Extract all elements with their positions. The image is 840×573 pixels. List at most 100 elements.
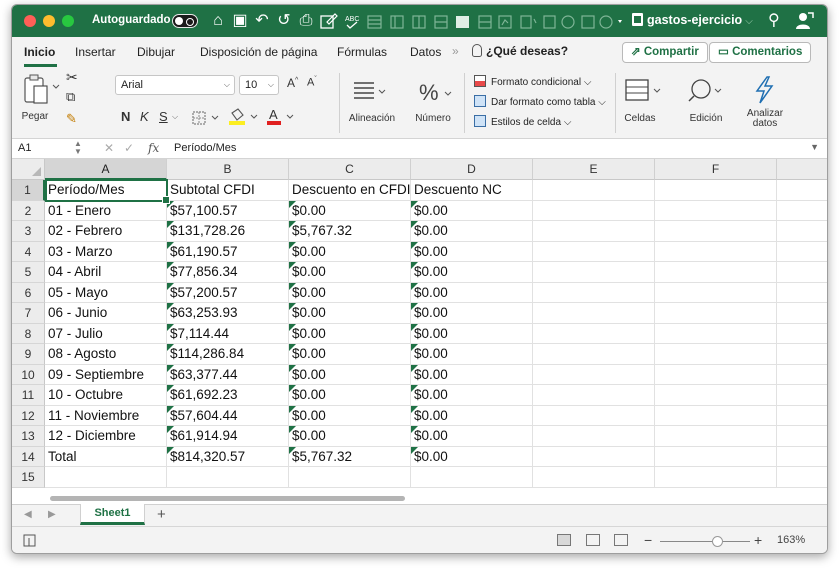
cell-F1[interactable]	[655, 180, 777, 201]
tell-me-search[interactable]: ¿Qué deseas?	[472, 44, 568, 58]
analyze-data-icon[interactable]	[751, 75, 777, 105]
cell-F5[interactable]	[655, 262, 777, 283]
cell-C4[interactable]: $0.00	[289, 241, 411, 262]
alignment-icon[interactable]	[352, 79, 388, 103]
column-header-c[interactable]: C	[289, 159, 411, 180]
row-header-11[interactable]: 11	[12, 385, 45, 406]
tab-inicio[interactable]: Inicio	[24, 45, 55, 59]
cell-A5[interactable]: 04 - Abril	[45, 262, 167, 283]
zoom-slider-handle[interactable]	[712, 536, 723, 547]
cell-C11[interactable]: $0.00	[289, 385, 411, 406]
cell-B14[interactable]: $814,320.57	[167, 446, 289, 467]
cell-D10[interactable]: $0.00	[411, 364, 533, 385]
cell-F8[interactable]	[655, 323, 777, 344]
cell-C8[interactable]: $0.00	[289, 323, 411, 344]
increase-font-icon[interactable]: A^	[287, 76, 298, 90]
cell-A2[interactable]: 01 - Enero	[45, 200, 167, 221]
edit-icon[interactable]	[320, 13, 338, 33]
share-button[interactable]: ⇗ Compartir	[622, 42, 708, 63]
paste-icon[interactable]	[22, 73, 62, 109]
cell-D4[interactable]: $0.00	[411, 241, 533, 262]
cell-E12[interactable]	[533, 405, 655, 426]
row-header-3[interactable]: 3	[12, 221, 45, 242]
cell-E7[interactable]	[533, 303, 655, 324]
cell-E5[interactable]	[533, 262, 655, 283]
cell-D6[interactable]: $0.00	[411, 282, 533, 303]
cell-B2[interactable]: $57,100.57	[167, 200, 289, 221]
cell-E6[interactable]	[533, 282, 655, 303]
row-header-4[interactable]: 4	[12, 241, 45, 262]
tab-disposicion-de-pagina[interactable]: Disposición de página	[200, 45, 317, 59]
decrease-font-icon[interactable]: Aˇ	[307, 76, 317, 89]
cell-D13[interactable]: $0.00	[411, 426, 533, 447]
comments-button[interactable]: ▭ Comentarios	[709, 42, 812, 63]
cell-A1[interactable]: Período/Mes	[45, 180, 167, 201]
cell-D9[interactable]: $0.00	[411, 344, 533, 365]
cell-B15[interactable]	[167, 467, 289, 488]
cell-D3[interactable]: $0.00	[411, 221, 533, 242]
sheet-tab-sheet1[interactable]: Sheet1	[80, 504, 145, 525]
cell-F6[interactable]	[655, 282, 777, 303]
cell-A8[interactable]: 07 - Julio	[45, 323, 167, 344]
cell-E10[interactable]	[533, 364, 655, 385]
cell-C1[interactable]: Descuento en CFDI	[289, 180, 411, 201]
column-header-e[interactable]: E	[533, 159, 655, 180]
cell-G12[interactable]	[777, 406, 827, 426]
row-header-14[interactable]: 14	[12, 446, 45, 467]
close-window-button[interactable]	[24, 15, 36, 27]
cell-D5[interactable]: $0.00	[411, 262, 533, 283]
column-header-d[interactable]: D	[411, 159, 533, 180]
cell-B5[interactable]: $77,856.34	[167, 262, 289, 283]
cell-D2[interactable]: $0.00	[411, 200, 533, 221]
redo-icon[interactable]: ↺	[275, 11, 293, 31]
font-name-select[interactable]: Arial ⌵	[115, 75, 235, 95]
copy-icon[interactable]: ⧉	[66, 89, 75, 105]
cell-A10[interactable]: 09 - Septiembre	[45, 364, 167, 385]
cell-D7[interactable]: $0.00	[411, 303, 533, 324]
minimize-window-button[interactable]	[43, 15, 55, 27]
conditional-format-button[interactable]: Formato condicional ⌵	[474, 75, 591, 88]
row-header-6[interactable]: 6	[12, 282, 45, 303]
font-size-select[interactable]: 10 ⌵	[239, 75, 279, 95]
format-as-table-button[interactable]: Dar formato como tabla ⌵	[474, 95, 606, 108]
chevron-down-icon[interactable]: ⌵	[172, 112, 178, 122]
cell-G8[interactable]	[777, 324, 827, 344]
fill-color-icon[interactable]	[228, 107, 264, 127]
cell-C7[interactable]: $0.00	[289, 303, 411, 324]
cell-F7[interactable]	[655, 303, 777, 324]
row-header-7[interactable]: 7	[12, 303, 45, 324]
cell-D15[interactable]	[411, 467, 533, 488]
cell-B8[interactable]: $7,114.44	[167, 323, 289, 344]
cell-C5[interactable]: $0.00	[289, 262, 411, 283]
row-header-2[interactable]: 2	[12, 200, 45, 221]
cell-D12[interactable]: $0.00	[411, 405, 533, 426]
row-header-12[interactable]: 12	[12, 405, 45, 426]
cell-G5[interactable]	[777, 262, 827, 283]
row-header-8[interactable]: 8	[12, 323, 45, 344]
select-all-button[interactable]	[12, 159, 45, 180]
cell-F4[interactable]	[655, 241, 777, 262]
cell-A3[interactable]: 02 - Febrero	[45, 221, 167, 242]
home-icon[interactable]: ⌂	[209, 11, 227, 31]
formula-input[interactable]: Período/Mes	[174, 142, 236, 154]
cell-G9[interactable]	[777, 344, 827, 365]
cell-A15[interactable]	[45, 467, 167, 488]
cell-B1[interactable]: Subtotal CFDI	[167, 180, 289, 201]
cell-F3[interactable]	[655, 221, 777, 242]
cancel-formula-icon[interactable]: ✕	[104, 141, 114, 155]
cell-B12[interactable]: $57,604.44	[167, 405, 289, 426]
cell-D14[interactable]: $0.00	[411, 446, 533, 467]
cell-F2[interactable]	[655, 200, 777, 221]
row-header-9[interactable]: 9	[12, 344, 45, 365]
cell-F10[interactable]	[655, 364, 777, 385]
cell-E14[interactable]	[533, 446, 655, 467]
cell-C6[interactable]: $0.00	[289, 282, 411, 303]
cell-E11[interactable]	[533, 385, 655, 406]
cell-G11[interactable]	[777, 385, 827, 406]
cells-icon[interactable]	[624, 77, 664, 103]
column-header-overflow[interactable]	[777, 159, 827, 180]
cell-E15[interactable]	[533, 467, 655, 488]
cell-G13[interactable]	[777, 426, 827, 447]
underline-button[interactable]: S	[159, 109, 168, 124]
cell-G4[interactable]	[777, 242, 827, 262]
